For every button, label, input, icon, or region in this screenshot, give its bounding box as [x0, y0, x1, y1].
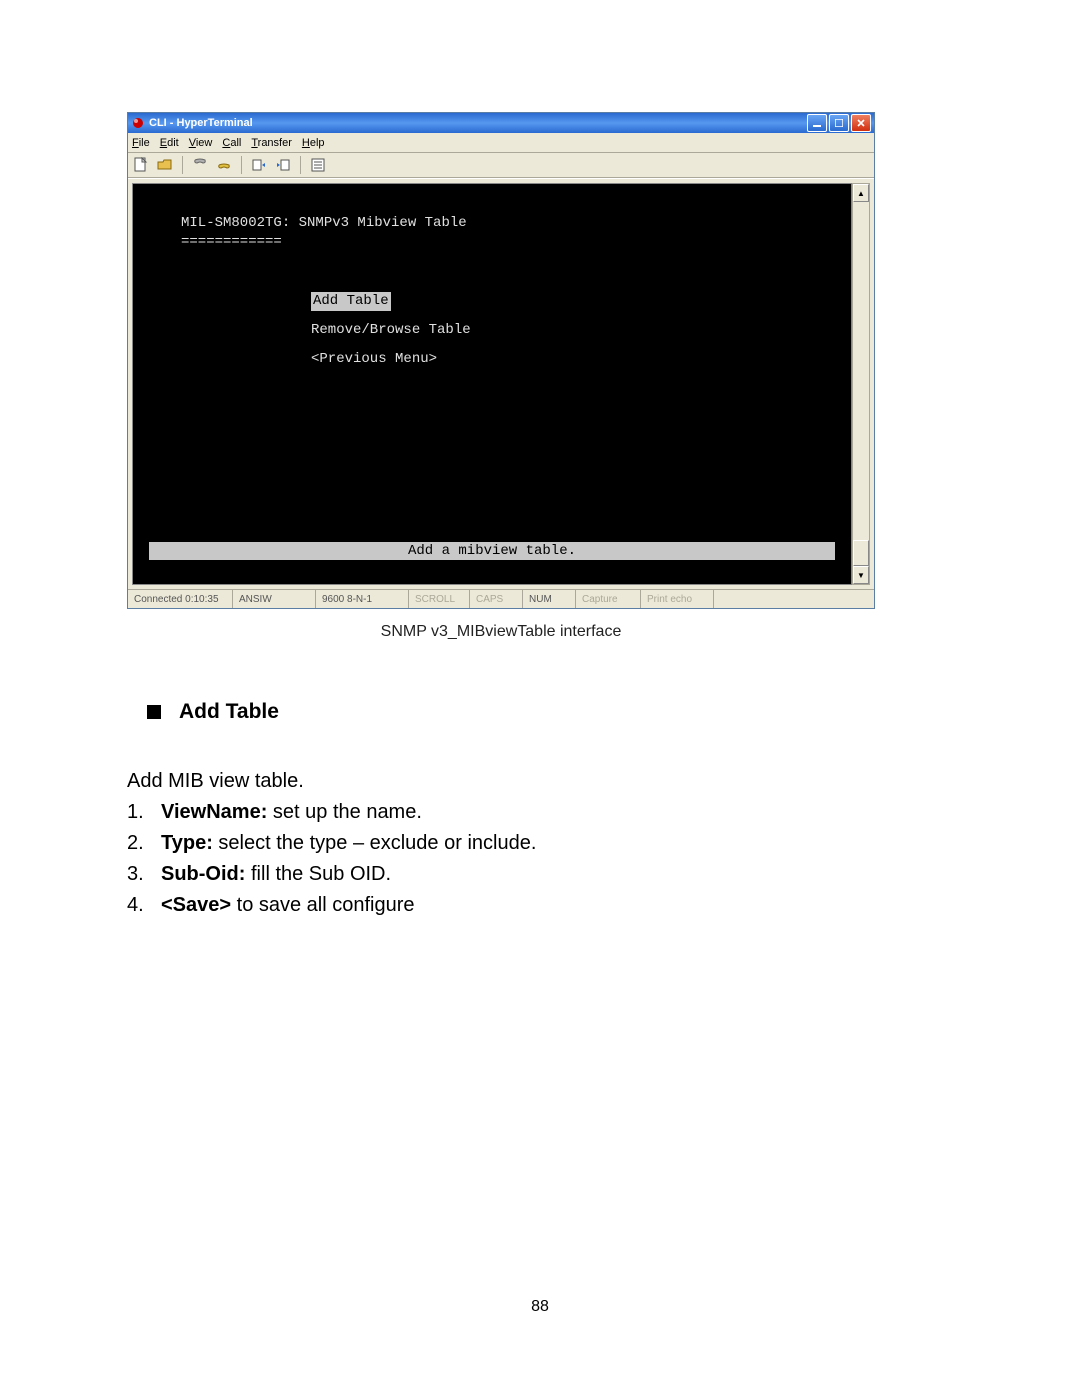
hyperterminal-window: CLI - HyperTerminal File Edit Vi [127, 112, 875, 609]
receive-icon[interactable] [274, 156, 292, 174]
phone-icon[interactable] [191, 156, 209, 174]
status-echo: Print echo [641, 590, 714, 608]
close-button[interactable] [851, 114, 871, 132]
term-menu-add-selected: Add Table [311, 292, 391, 311]
send-icon[interactable] [250, 156, 268, 174]
new-icon[interactable] [132, 156, 150, 174]
scroll-down-icon[interactable]: ▼ [853, 566, 869, 584]
app-icon [131, 116, 145, 130]
minimize-button[interactable] [807, 114, 827, 132]
list-item: 4.<Save> to save all configure [127, 894, 875, 917]
toolbar [128, 153, 874, 178]
menu-view[interactable]: View [189, 137, 213, 149]
toolbar-separator [241, 156, 242, 174]
properties-icon[interactable] [309, 156, 327, 174]
content-area: MIL-SM8002TG: SNMPv3 Mibview Table =====… [128, 178, 874, 589]
screenshot-figure: CLI - HyperTerminal File Edit Vi [127, 112, 875, 641]
status-caps: CAPS [470, 590, 523, 608]
list-item: 2.Type: select the type – exclude or inc… [127, 832, 875, 855]
menu-call[interactable]: Call [222, 137, 241, 149]
status-scroll: SCROLL [409, 590, 470, 608]
scroll-track[interactable] [853, 202, 869, 566]
list-item: 1.ViewName: set up the name. [127, 801, 875, 824]
status-spacer [714, 590, 874, 608]
window-title: CLI - HyperTerminal [149, 117, 807, 129]
menubar: File Edit View Call Transfer Help [128, 133, 874, 153]
menu-transfer[interactable]: Transfer [251, 137, 292, 149]
maximize-button[interactable] [829, 114, 849, 132]
list-item: 3.Sub-Oid: fill the Sub OID. [127, 863, 875, 886]
section-heading-text: Add Table [179, 700, 279, 723]
term-menu-previous: <Previous Menu> [311, 350, 835, 369]
menu-edit[interactable]: Edit [160, 137, 179, 149]
status-capture: Capture [576, 590, 641, 608]
document-body: Add Table Add MIB view table. 1.ViewName… [127, 680, 875, 925]
hangup-icon[interactable] [215, 156, 233, 174]
toolbar-separator [300, 156, 301, 174]
status-settings: 9600 8-N-1 [316, 590, 409, 608]
term-menu-remove: Remove/Browse Table [311, 321, 835, 340]
status-num: NUM [523, 590, 576, 608]
titlebar: CLI - HyperTerminal [128, 113, 874, 133]
menu-file[interactable]: File [132, 137, 150, 149]
terminal-view[interactable]: MIL-SM8002TG: SNMPv3 Mibview Table =====… [132, 183, 852, 585]
open-icon[interactable] [156, 156, 174, 174]
figure-caption: SNMP v3_MIBviewTable interface [127, 623, 875, 641]
terminal-heading: MIL-SM8002TG: SNMPv3 Mibview Table [181, 214, 835, 233]
terminal-rule: ============ [181, 233, 835, 252]
menu-help[interactable]: Help [302, 137, 325, 149]
window-controls [807, 114, 871, 132]
bullet-icon [147, 705, 161, 719]
status-connected: Connected 0:10:35 [128, 590, 233, 608]
statusbar: Connected 0:10:35 ANSIW 9600 8-N-1 SCROL… [128, 589, 874, 608]
toolbar-separator [182, 156, 183, 174]
terminal-footer: Add a mibview table. [149, 542, 835, 560]
scroll-up-icon[interactable]: ▲ [853, 184, 869, 202]
scroll-thumb[interactable] [853, 540, 869, 566]
intro-para: Add MIB view table. [127, 770, 875, 793]
status-emulation: ANSIW [233, 590, 316, 608]
steps-list: 1.ViewName: set up the name. 2.Type: sel… [127, 801, 875, 917]
scrollbar[interactable]: ▲ ▼ [852, 183, 870, 585]
terminal-text: MIL-SM8002TG: SNMPv3 Mibview Table =====… [133, 184, 851, 368]
section-heading: Add Table [147, 700, 875, 724]
page-number: 88 [0, 1298, 1080, 1316]
